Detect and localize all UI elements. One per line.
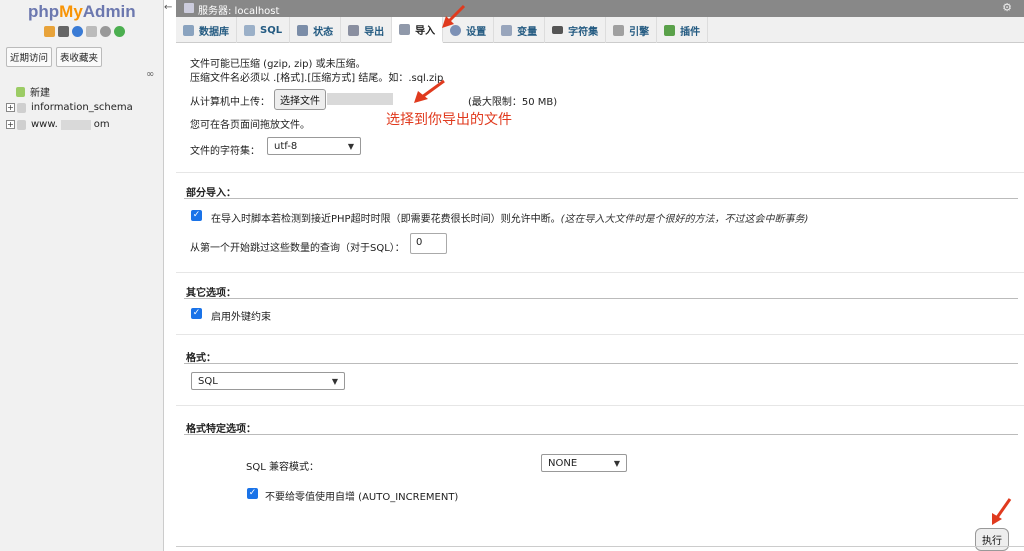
interrupt-checkbox[interactable]: ✓ bbox=[191, 210, 202, 221]
charset-icon bbox=[552, 26, 564, 34]
tree-item-prefix: www. bbox=[31, 119, 58, 130]
partial-import-title: 部分导入： bbox=[186, 188, 236, 199]
charset-label: 文件的字符集： bbox=[190, 146, 260, 157]
tab-plugins[interactable]: 插件 bbox=[657, 17, 709, 43]
collapse-arrow-icon[interactable]: ← bbox=[164, 2, 172, 13]
divider bbox=[176, 405, 1024, 406]
max-limit: (最大限制：50 MB) bbox=[468, 97, 558, 108]
annotation-arrow-tab bbox=[442, 4, 466, 28]
interrupt-hint: (这在导入大文件时是个很好的方法，不过这会中断事务) bbox=[560, 214, 809, 225]
drag-note: 您可在各页面间拖放文件。 bbox=[190, 120, 310, 131]
server-icon bbox=[184, 3, 194, 13]
tab-sql[interactable]: SQL bbox=[237, 17, 291, 43]
upload-label: 从计算机中上传： bbox=[190, 97, 270, 108]
choose-file-button[interactable]: 选择文件 bbox=[274, 89, 326, 110]
format-specific-title: 格式特定选项： bbox=[186, 424, 256, 435]
engine-icon bbox=[613, 24, 625, 36]
sql-compat-select[interactable]: NONE ▼ bbox=[541, 454, 627, 472]
recent-button[interactable]: 近期访问 bbox=[6, 47, 53, 67]
other-options-title: 其它选项： bbox=[186, 288, 236, 299]
section-line bbox=[184, 363, 1018, 364]
sql-icon bbox=[244, 24, 255, 36]
sql-compat-label: SQL 兼容模式： bbox=[246, 462, 319, 473]
chevron-down-icon: ▼ bbox=[347, 141, 354, 151]
new-db-icon bbox=[16, 86, 25, 97]
tree-item-information-schema[interactable]: + information_schema bbox=[6, 102, 133, 113]
annotation-arrow-execute bbox=[992, 498, 1012, 525]
database-icon bbox=[17, 119, 26, 130]
execute-button[interactable]: 执行 bbox=[975, 528, 1009, 551]
export-icon bbox=[348, 24, 360, 36]
divider bbox=[176, 334, 1024, 335]
help-icon[interactable] bbox=[72, 26, 83, 37]
favorites-button[interactable]: 表收藏夹 bbox=[56, 47, 103, 67]
skip-label: 从第一个开始跳过这些数量的查询（对于SQL）： bbox=[190, 243, 405, 254]
database-icon bbox=[17, 102, 26, 113]
annotation-text: 选择到你导出的文件 bbox=[386, 112, 512, 128]
link-icon[interactable]: ∞ bbox=[146, 69, 154, 80]
tab-export[interactable]: 导出 bbox=[341, 17, 393, 43]
tree-item-label: 新建 bbox=[30, 88, 50, 99]
annotation-arrow-file bbox=[414, 79, 445, 103]
redacted-text bbox=[60, 119, 91, 130]
reload-icon[interactable] bbox=[114, 26, 125, 37]
tab-engines[interactable]: 引擎 bbox=[606, 17, 658, 43]
divider bbox=[176, 546, 1024, 547]
section-line bbox=[184, 434, 1018, 435]
plugin-icon bbox=[664, 24, 676, 36]
import-content: 文件可能已压缩 (gzip, zip) 或未压缩。 压缩文件名必须以 .[格式]… bbox=[176, 43, 1024, 551]
format-title: 格式： bbox=[186, 353, 216, 364]
status-icon bbox=[297, 24, 309, 36]
tab-status[interactable]: 状态 bbox=[290, 17, 342, 43]
gear-icon[interactable]: ⚙ bbox=[1002, 1, 1012, 14]
filename-note: 压缩文件名必须以 .[格式].[压缩方式] 结尾。如：.sql.zip bbox=[190, 73, 444, 84]
charset-select[interactable]: utf-8 ▼ bbox=[267, 137, 361, 155]
logout-icon[interactable] bbox=[58, 26, 69, 37]
foreign-key-label: 启用外键约束 bbox=[211, 312, 271, 323]
home-icon[interactable] bbox=[44, 26, 55, 37]
section-line bbox=[184, 198, 1018, 199]
variables-icon bbox=[501, 24, 513, 36]
tree-item-label: information_schema bbox=[31, 102, 133, 113]
expand-icon[interactable]: + bbox=[6, 103, 15, 112]
divider bbox=[176, 272, 1024, 273]
section-line bbox=[184, 298, 1018, 299]
top-bar: ← 服务器: localhost ⚙ bbox=[164, 0, 1024, 17]
quick-icons bbox=[44, 26, 125, 37]
chevron-down-icon: ▼ bbox=[613, 458, 620, 468]
tab-databases[interactable]: 数据库 bbox=[176, 17, 237, 43]
redacted-filename bbox=[327, 93, 393, 105]
chevron-down-icon: ▼ bbox=[331, 376, 338, 386]
main-menu-tabs: 数据库 SQL 状态 导出 导入 设置 变量 字符集 引擎 插件 bbox=[176, 17, 1024, 43]
docs-icon[interactable] bbox=[86, 26, 97, 37]
auto-increment-checkbox[interactable]: ✓ bbox=[247, 488, 258, 499]
tree-item-new[interactable]: 新建 bbox=[16, 84, 50, 99]
format-select[interactable]: SQL ▼ bbox=[191, 372, 345, 390]
server-breadcrumb[interactable]: 服务器: localhost bbox=[198, 2, 279, 17]
tree-item-www[interactable]: + www. om bbox=[6, 119, 110, 130]
divider bbox=[176, 172, 1024, 173]
tab-import[interactable]: 导入 bbox=[392, 17, 444, 43]
import-icon bbox=[399, 23, 411, 35]
auto-increment-label: 不要给零值使用自增 (AUTO_INCREMENT) bbox=[265, 492, 459, 503]
expand-icon[interactable]: + bbox=[6, 120, 15, 129]
skip-queries-input[interactable]: 0 bbox=[410, 233, 447, 254]
database-icon bbox=[183, 24, 194, 36]
settings-icon[interactable] bbox=[100, 26, 111, 37]
foreign-key-checkbox[interactable]: ✓ bbox=[191, 308, 202, 319]
interrupt-label: 在导入时脚本若检测到接近PHP超时时限（即需要花费很长时间）则允许中断。(这在导… bbox=[211, 214, 809, 225]
phpmyadmin-logo[interactable]: phpMyAdmin bbox=[28, 2, 136, 22]
compression-note: 文件可能已压缩 (gzip, zip) 或未压缩。 bbox=[190, 59, 366, 70]
tab-variables[interactable]: 变量 bbox=[494, 17, 546, 43]
tree-item-suffix: om bbox=[93, 119, 110, 130]
navigation-sidebar: phpMyAdmin 近期访问 表收藏夹 ∞ 新建 + information_… bbox=[0, 0, 164, 551]
tab-charset[interactable]: 字符集 bbox=[545, 17, 607, 43]
